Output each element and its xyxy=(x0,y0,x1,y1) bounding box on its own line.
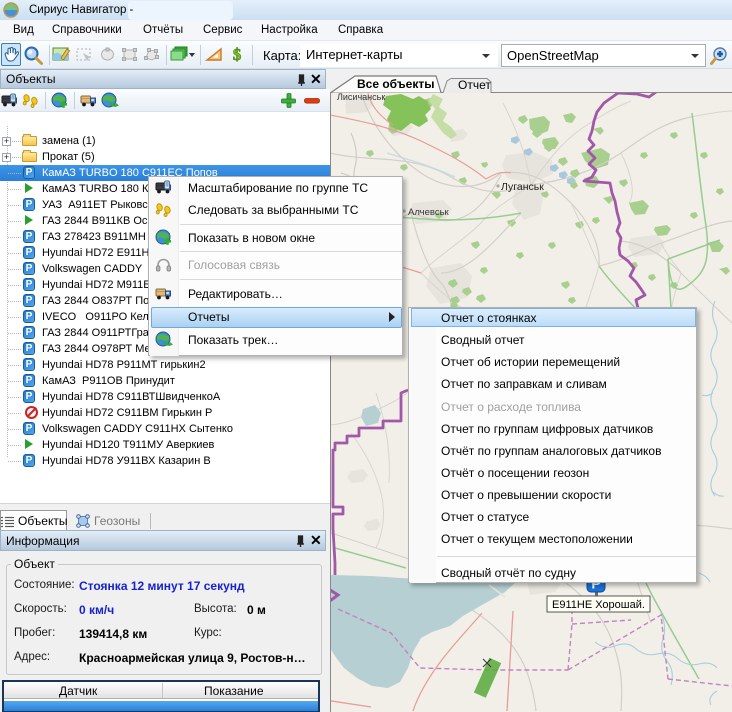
svg-text:Луганськ: Луганськ xyxy=(501,181,544,193)
svg-text:$: $ xyxy=(233,45,242,64)
svg-text:Е911НЕ Хорошай.: Е911НЕ Хорошай. xyxy=(552,599,645,611)
svg-text:Алчевськ: Алчевськ xyxy=(408,207,450,218)
svg-text:Лисичанськ: Лисичанськ xyxy=(337,93,385,102)
